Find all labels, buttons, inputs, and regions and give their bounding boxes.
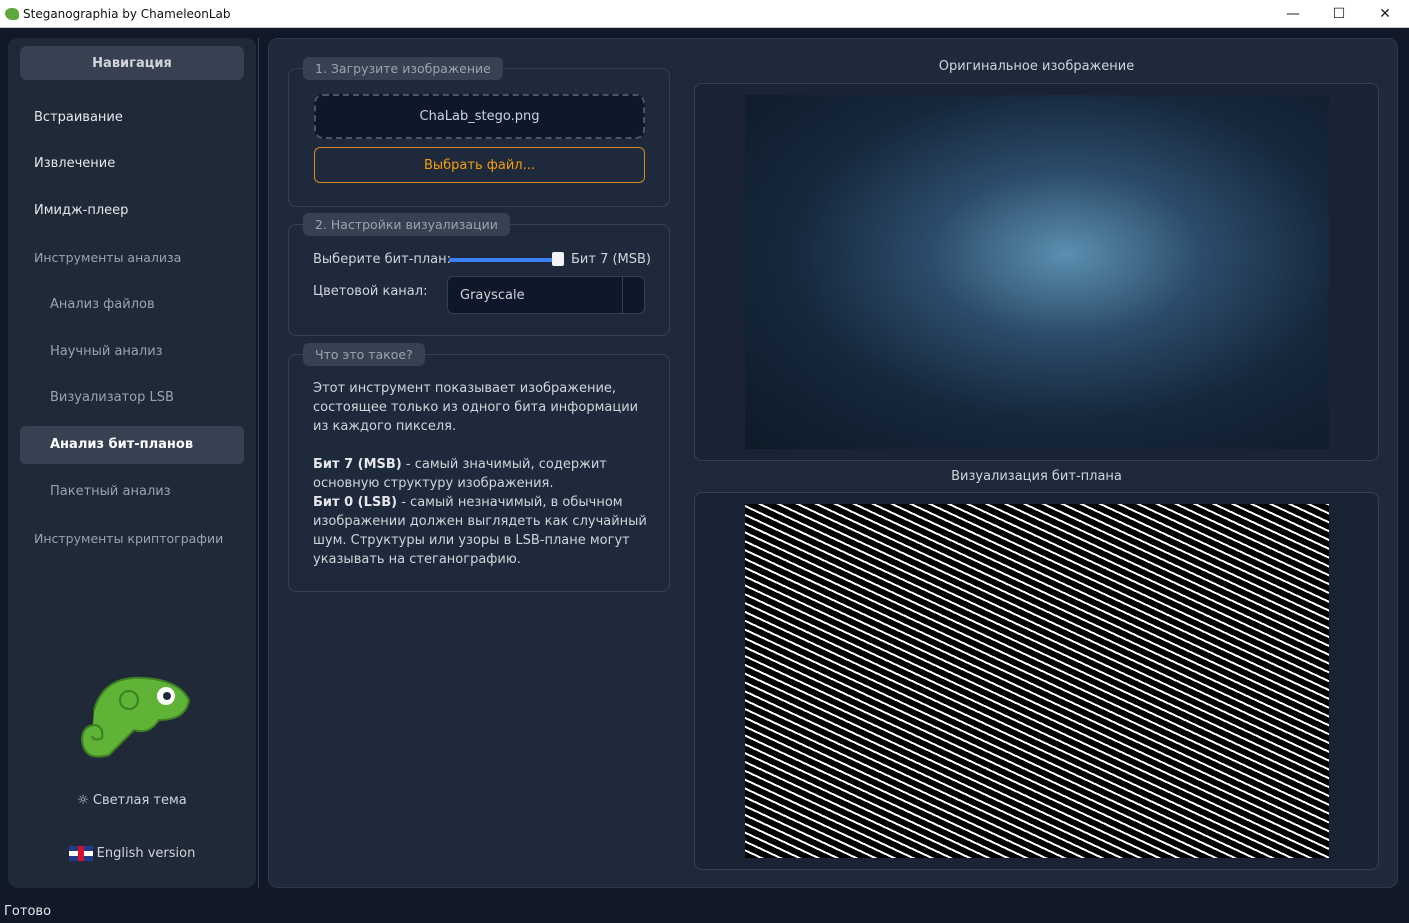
language-toggle[interactable]: English version — [8, 846, 256, 861]
settings-group: 2. Настройки визуализации Выберите бит-п… — [288, 213, 670, 336]
minimize-button[interactable]: — — [1270, 0, 1316, 28]
bitplane-analysis-panel: 1. Загрузите изображение ChaLab_stego.pn… — [268, 38, 1398, 888]
info-group: Что это такое? Этот инструмент показывае… — [288, 343, 670, 592]
choose-file-button[interactable]: Выбрать файл... — [314, 147, 645, 183]
theme-toggle[interactable]: ☼ Светлая тема — [8, 793, 256, 808]
language-label: English version — [96, 846, 196, 861]
info-intro: Этот инструмент показывает изображение, … — [313, 381, 639, 434]
sidebar-item-0[interactable]: Встраивание — [20, 98, 244, 136]
channel-select[interactable]: Grayscale — [447, 276, 645, 314]
sidebar-splitter[interactable] — [258, 38, 259, 888]
load-group: 1. Загрузите изображение ChaLab_stego.pn… — [288, 57, 670, 207]
sidebar-item-2[interactable]: Имидж-плеер — [20, 192, 244, 230]
bitplane-slider[interactable] — [449, 258, 561, 262]
original-title: Оригинальное изображение — [938, 59, 1135, 74]
channel-select-value: Grayscale — [460, 287, 525, 303]
status-bar: Готово — [4, 904, 52, 919]
load-group-title: 1. Загрузите изображение — [303, 57, 503, 80]
original-image-panel — [694, 83, 1379, 461]
sidebar-item-8[interactable]: Пакетный анализ — [20, 472, 244, 510]
bitplane-title: Визуализация бит-плана — [951, 469, 1122, 484]
sidebar-item-4[interactable]: Анализ файлов — [20, 285, 244, 323]
info-group-title: Что это такое? — [303, 343, 425, 366]
nav-header: Навигация — [20, 46, 244, 80]
close-button[interactable]: ✕ — [1362, 0, 1408, 28]
theme-toggle-label: Светлая тема — [92, 793, 187, 808]
bitplane-label: Выберите бит-план: — [313, 252, 451, 267]
sidebar: Навигация Встраивание Извлечение Имидж-пле… — [8, 38, 256, 888]
app-icon — [5, 7, 19, 20]
lsb-term: Бит 0 (LSB) — [313, 495, 398, 510]
uk-flag-icon — [68, 846, 93, 861]
title-bar: Steganographia by ChameleonLab — ☐ ✕ — [0, 0, 1409, 28]
file-drop-zone[interactable]: ChaLab_stego.png — [314, 94, 645, 139]
sidebar-item-6[interactable]: Визуализатор LSB — [20, 379, 244, 417]
dropdown-arrow[interactable] — [622, 277, 644, 313]
sun-icon: ☼ — [77, 793, 89, 808]
info-text: Этот инструмент показывает изображение, … — [313, 379, 653, 569]
bitplane-image — [745, 504, 1329, 858]
channel-label: Цветовой канал: — [313, 284, 428, 299]
maximize-button[interactable]: ☐ — [1316, 0, 1362, 28]
msb-term: Бит 7 (MSB) — [313, 457, 402, 472]
chameleon-logo — [80, 676, 190, 758]
sidebar-item-1[interactable]: Извлечение — [20, 145, 244, 183]
sidebar-item-3[interactable]: Инструменты анализа — [20, 238, 244, 276]
sidebar-item-5[interactable]: Научный анализ — [20, 332, 244, 370]
bitplane-value: Бит 7 (MSB) — [571, 252, 652, 267]
original-image — [745, 95, 1329, 449]
settings-group-title: 2. Настройки визуализации — [303, 213, 510, 236]
window-title: Steganographia by ChameleonLab — [23, 6, 231, 21]
sidebar-item-9[interactable]: Инструменты криптографии — [20, 519, 244, 557]
bitplane-slider-handle[interactable] — [552, 252, 564, 266]
sidebar-item-7[interactable]: Анализ бит-планов — [20, 425, 244, 464]
bitplane-image-panel — [694, 492, 1379, 870]
